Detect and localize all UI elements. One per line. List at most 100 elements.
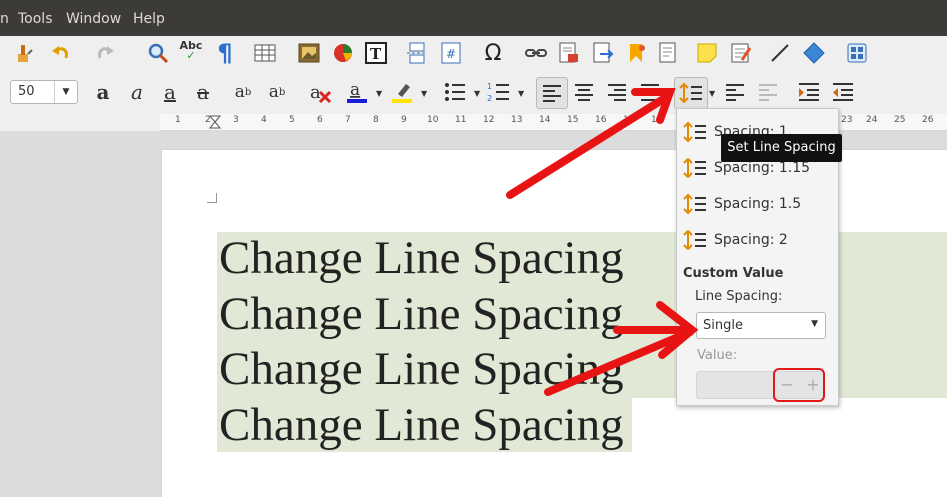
- decrease-indent-icon[interactable]: [830, 79, 856, 105]
- ordered-list-dropdown-icon[interactable]: ▼: [518, 89, 524, 98]
- ruler-tick: 6: [317, 115, 323, 125]
- ruler-tick: 26: [922, 115, 934, 125]
- spacing-option-label: Spacing: 1.15: [714, 160, 811, 176]
- ruler-tick: 3: [233, 115, 239, 125]
- menu-edit-partial[interactable]: n: [0, 11, 9, 27]
- custom-value-heading: Custom Value: [683, 266, 784, 281]
- value-label: Value:: [697, 348, 738, 363]
- find-replace-icon[interactable]: [145, 40, 171, 66]
- ruler-tick: 18: [651, 115, 663, 125]
- bold-icon[interactable]: a: [90, 79, 116, 105]
- text-box-icon[interactable]: T: [363, 40, 389, 66]
- font-color-dropdown-icon[interactable]: ▼: [376, 89, 382, 98]
- underline-icon[interactable]: a: [157, 79, 183, 105]
- ruler-tick: 10: [427, 115, 439, 125]
- menu-help[interactable]: Help: [133, 11, 165, 27]
- cross-reference-icon[interactable]: [655, 40, 681, 66]
- spacing-option-2[interactable]: Spacing: 2: [683, 225, 833, 255]
- spacing-option-15[interactable]: Spacing: 1.5: [683, 189, 833, 219]
- document-text-line[interactable]: Change Line Spacing: [219, 342, 624, 396]
- formatting-marks-icon[interactable]: ¶: [212, 39, 238, 67]
- menu-bar: n Tools Window Help: [0, 0, 947, 36]
- track-changes-icon[interactable]: [728, 40, 754, 66]
- basic-shapes-icon[interactable]: [801, 40, 827, 66]
- line-spacing-icon: [683, 157, 706, 179]
- increase-paragraph-spacing-icon[interactable]: [722, 79, 748, 105]
- standard-toolbar: ▼ ▼ Abc✓ ¶ ▼ T # ▼ Ω: [0, 36, 947, 93]
- document-text-line[interactable]: Change Line Spacing: [219, 231, 624, 285]
- page-break-icon[interactable]: [404, 40, 430, 66]
- special-character-icon[interactable]: Ω: [480, 40, 506, 66]
- font-size-value[interactable]: 50: [18, 84, 35, 99]
- ruler-tick: 23: [841, 115, 853, 125]
- line-spacing-label: Line Spacing:: [695, 289, 783, 304]
- comment-icon[interactable]: [694, 40, 720, 66]
- footnote-icon[interactable]: [556, 40, 582, 66]
- line-spacing-icon: [683, 121, 706, 143]
- spacing-option-label: Spacing: 2: [714, 232, 788, 248]
- menu-window[interactable]: Window: [66, 11, 121, 27]
- ruler-tick: 15: [567, 115, 579, 125]
- table-icon[interactable]: [252, 40, 278, 66]
- spelling-icon[interactable]: Abc ✓: [178, 38, 204, 64]
- text-boundary-corner: [207, 193, 217, 203]
- clone-formatting-icon[interactable]: [12, 40, 38, 66]
- highlight-icon[interactable]: [389, 79, 415, 105]
- undo-icon[interactable]: [48, 40, 74, 66]
- field-icon[interactable]: #: [438, 40, 464, 66]
- line-spacing-dropdown-icon[interactable]: ▼: [709, 89, 715, 98]
- chevron-down-icon: ▼: [811, 319, 818, 329]
- ruler-tick: 16: [595, 115, 607, 125]
- increase-indent-icon[interactable]: [796, 79, 822, 105]
- highlight-dropdown-icon[interactable]: ▼: [421, 89, 427, 98]
- align-right-icon[interactable]: [604, 79, 630, 105]
- line-spacing-icon: [683, 229, 706, 251]
- ruler-tick: 25: [894, 115, 906, 125]
- svg-text:2: 2: [487, 94, 492, 103]
- ruler-tick: 24: [866, 115, 878, 125]
- more-shapes-icon[interactable]: [844, 40, 870, 66]
- spacing-option-label: Spacing: 1.5: [714, 196, 802, 212]
- svg-text:a: a: [310, 82, 321, 103]
- ruler-tick: 7: [345, 115, 351, 125]
- ruler-tick: 9: [401, 115, 407, 125]
- svg-text:a: a: [350, 80, 360, 100]
- hyperlink-icon[interactable]: [523, 40, 549, 66]
- strikethrough-icon[interactable]: a: [190, 79, 216, 105]
- ordered-list-icon[interactable]: 12: [486, 79, 512, 105]
- line-spacing-select[interactable]: Single ▼: [696, 312, 826, 339]
- cross-reference-icon[interactable]: [590, 40, 616, 66]
- document-text-line[interactable]: Change Line Spacing: [219, 398, 624, 452]
- ruler-tick: 13: [511, 115, 523, 125]
- image-icon[interactable]: [296, 40, 322, 66]
- align-left-icon[interactable]: [536, 77, 568, 109]
- svg-text:T: T: [370, 45, 382, 63]
- align-center-icon[interactable]: [571, 79, 597, 105]
- justify-icon[interactable]: [637, 79, 663, 105]
- superscript-icon[interactable]: ab: [230, 79, 256, 105]
- font-size-combo[interactable]: 50 ▼: [10, 80, 78, 104]
- ruler-tick: 8: [373, 115, 379, 125]
- menu-tools[interactable]: Tools: [18, 11, 53, 27]
- annotation-highlight-box: [773, 368, 825, 402]
- document-text-line[interactable]: Change Line Spacing: [219, 287, 624, 341]
- ruler-tick: 1: [175, 115, 181, 125]
- indent-marker-icon[interactable]: [209, 115, 221, 129]
- clear-formatting-icon[interactable]: a: [307, 79, 333, 105]
- unordered-list-icon[interactable]: [442, 79, 468, 105]
- tooltip: Set Line Spacing: [721, 134, 842, 162]
- subscript-icon[interactable]: ab: [264, 79, 290, 105]
- italic-icon[interactable]: a: [124, 79, 150, 105]
- ruler-tick: 4: [261, 115, 267, 125]
- ruler-tick: 12: [483, 115, 495, 125]
- chart-icon[interactable]: [330, 40, 356, 66]
- line-spacing-icon: [683, 193, 706, 215]
- decrease-paragraph-spacing-icon: [755, 79, 781, 105]
- bookmark-icon[interactable]: [624, 40, 650, 66]
- font-color-icon[interactable]: a: [344, 79, 370, 105]
- chevron-down-icon[interactable]: ▼: [54, 81, 77, 103]
- unordered-list-dropdown-icon[interactable]: ▼: [474, 89, 480, 98]
- line-spacing-icon[interactable]: [674, 77, 708, 109]
- ruler-tick: 17: [623, 115, 635, 125]
- line-icon[interactable]: [767, 40, 793, 66]
